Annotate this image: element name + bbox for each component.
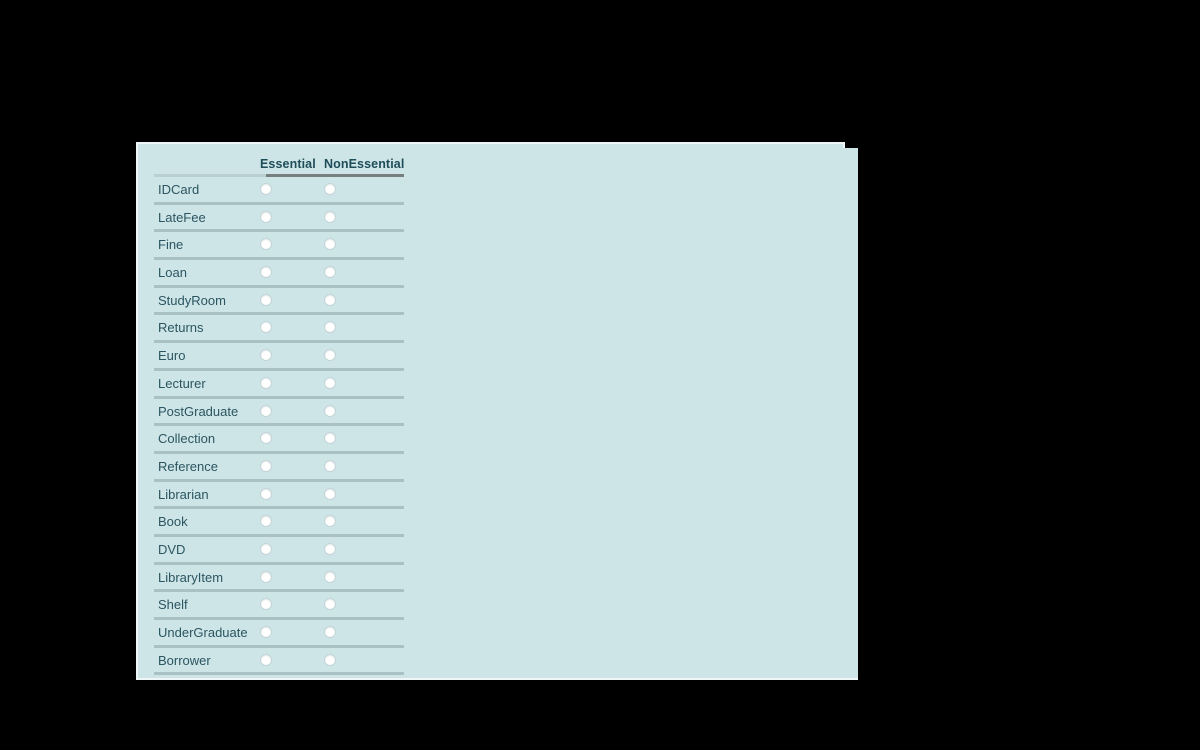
radio-nonessential[interactable]	[324, 349, 336, 362]
panel-corner-notch	[845, 142, 858, 148]
radio-nonessential[interactable]	[324, 376, 336, 389]
radio-essential[interactable]	[260, 183, 272, 195]
essentiality-table: Essential NonEssential IDCard LateFee Fine…	[154, 142, 420, 676]
radio-nonessential[interactable]	[324, 598, 336, 611]
table-row: IDCard	[154, 177, 420, 205]
table-row: Loan	[154, 260, 420, 288]
row-label: Book	[158, 514, 188, 530]
radio-essential[interactable]	[260, 376, 272, 389]
screen: Essential NonEssential IDCard LateFee Fine…	[0, 0, 1200, 750]
radio-nonessential[interactable]	[324, 266, 336, 279]
table-header-row: Essential NonEssential	[154, 142, 420, 172]
row-label: IDCard	[158, 182, 200, 197]
radio-nonessential[interactable]	[324, 321, 336, 334]
table-row: Borrower	[154, 648, 420, 676]
dialog-panel: Essential NonEssential IDCard LateFee Fine…	[136, 142, 858, 680]
table-row: LibraryItem	[154, 565, 420, 593]
table-row: UnderGraduate	[154, 620, 420, 648]
radio-nonessential[interactable]	[324, 570, 336, 583]
table-row: PostGraduate	[154, 399, 420, 427]
table-row: StudyRoom	[154, 288, 420, 316]
radio-nonessential[interactable]	[324, 183, 336, 195]
radio-nonessential[interactable]	[324, 210, 336, 223]
radio-essential[interactable]	[260, 542, 272, 555]
panel-bottom-edge	[138, 678, 858, 680]
row-label: Fine	[158, 237, 184, 253]
row-label: UnderGraduate	[158, 625, 248, 640]
table-row: Shelf	[154, 592, 420, 620]
table-row: Librarian	[154, 482, 420, 510]
row-label: StudyRoom	[158, 292, 226, 308]
table-row: Reference	[154, 454, 420, 482]
radio-nonessential[interactable]	[324, 238, 336, 251]
radio-nonessential[interactable]	[324, 432, 336, 445]
table-row: Book	[154, 509, 420, 537]
column-header-nonessential: NonEssential	[324, 157, 405, 171]
radio-nonessential[interactable]	[324, 459, 336, 472]
radio-essential[interactable]	[260, 570, 272, 583]
row-label: Loan	[158, 265, 187, 281]
radio-essential[interactable]	[260, 321, 272, 334]
radio-nonessential[interactable]	[324, 293, 336, 306]
column-header-essential: Essential	[260, 157, 316, 171]
row-label: LibraryItem	[158, 569, 224, 585]
radio-essential[interactable]	[260, 653, 272, 666]
row-label: LateFee	[158, 209, 206, 225]
row-label: PostGraduate	[158, 403, 239, 419]
row-label: Returns	[158, 320, 204, 336]
radio-essential[interactable]	[260, 432, 272, 445]
radio-essential[interactable]	[260, 459, 272, 472]
radio-essential[interactable]	[260, 626, 272, 638]
radio-essential[interactable]	[260, 598, 272, 611]
radio-essential[interactable]	[260, 404, 272, 417]
table-row: Returns	[154, 315, 420, 344]
row-label: Borrower	[158, 652, 211, 668]
row-divider	[154, 672, 404, 676]
row-label: Shelf	[158, 597, 188, 613]
radio-essential[interactable]	[260, 349, 272, 362]
table-body: IDCard LateFee Fine Loan StudyRoom Returns Eur…	[154, 177, 420, 676]
radio-nonessential[interactable]	[324, 404, 336, 417]
table-row: Euro	[154, 343, 420, 371]
radio-essential[interactable]	[260, 210, 272, 223]
radio-essential[interactable]	[260, 266, 272, 279]
radio-nonessential[interactable]	[324, 653, 336, 666]
radio-essential[interactable]	[260, 238, 272, 251]
row-label: Collection	[158, 431, 216, 447]
table-row: DVD	[154, 537, 420, 565]
table-row: Lecturer	[154, 371, 420, 399]
row-label: Librarian	[158, 486, 209, 502]
radio-essential[interactable]	[260, 487, 272, 500]
radio-nonessential[interactable]	[324, 626, 336, 638]
radio-essential[interactable]	[260, 293, 272, 306]
row-label: Euro	[158, 348, 186, 364]
radio-nonessential[interactable]	[324, 542, 336, 555]
row-label: Lecturer	[158, 375, 206, 391]
radio-essential[interactable]	[260, 515, 272, 528]
table-row: LateFee	[154, 205, 420, 233]
row-label: Reference	[158, 458, 218, 474]
radio-nonessential[interactable]	[324, 515, 336, 528]
table-row: Fine	[154, 232, 420, 261]
row-label: DVD	[158, 541, 186, 557]
radio-nonessential[interactable]	[324, 487, 336, 500]
table-row: Collection	[154, 426, 420, 454]
